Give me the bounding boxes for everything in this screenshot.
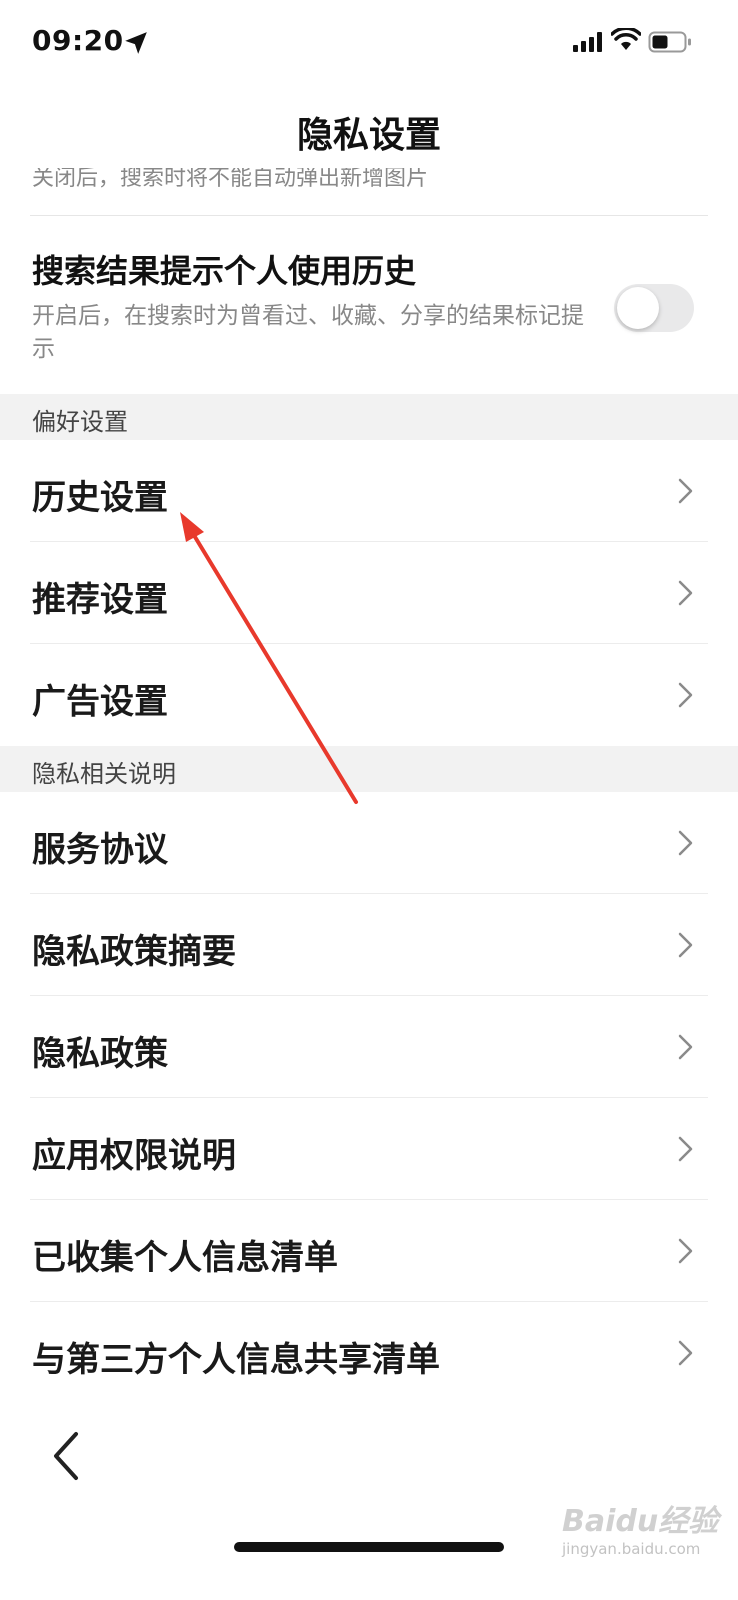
- menu-item-label: 推荐设置: [32, 580, 168, 620]
- setting-title: 搜索结果提示个人使用历史: [32, 252, 417, 290]
- chevron-right-icon: [678, 1136, 693, 1162]
- baidu-watermark: Baidu经验: [562, 1504, 719, 1539]
- chevron-right-icon: [678, 580, 693, 606]
- menu-item-privacy-policy-summary[interactable]: 隐私政策摘要: [0, 894, 738, 996]
- menu-item-label: 已收集个人信息清单: [32, 1238, 338, 1278]
- menu-item-ad-settings[interactable]: 广告设置: [0, 644, 738, 746]
- location-arrow-icon: [125, 32, 147, 54]
- signal-icon: [573, 32, 602, 52]
- menu-item-collected-info-list[interactable]: 已收集个人信息清单: [0, 1200, 738, 1302]
- search-history-hint-setting: 搜索结果提示个人使用历史 开启后，在搜索时为曾看过、收藏、分享的结果标记提示: [0, 216, 738, 394]
- menu-item-recommendation-settings[interactable]: 推荐设置: [0, 542, 738, 644]
- chevron-right-icon: [678, 932, 693, 958]
- menu-item-third-party-sharing-list[interactable]: 与第三方个人信息共享清单: [0, 1302, 738, 1400]
- chevron-right-icon: [678, 1238, 693, 1264]
- menu-item-label: 应用权限说明: [32, 1136, 236, 1176]
- home-indicator[interactable]: [234, 1542, 504, 1552]
- settings-list[interactable]: 关闭后，搜索时将不能自动弹出新增图片 搜索结果提示个人使用历史 开启后，在搜索时…: [0, 158, 738, 1400]
- setting-description: 开启后，在搜索时为曾看过、收藏、分享的结果标记提示: [32, 303, 584, 362]
- menu-item-label: 隐私政策摘要: [32, 932, 236, 972]
- status-bar: 09:20: [0, 0, 738, 90]
- chevron-right-icon: [678, 478, 693, 504]
- menu-item-label: 隐私政策: [32, 1034, 168, 1074]
- menu-item-service-agreement[interactable]: 服务协议: [0, 792, 738, 894]
- nav-bar: 隐私设置: [0, 90, 738, 168]
- menu-item-label: 广告设置: [32, 682, 168, 722]
- back-button[interactable]: [46, 1430, 86, 1482]
- menu-item-app-permissions[interactable]: 应用权限说明: [0, 1098, 738, 1200]
- menu-item-label: 服务协议: [32, 830, 168, 870]
- chevron-right-icon: [678, 682, 693, 708]
- section-label: 偏好设置: [32, 408, 128, 436]
- page-title: 隐私设置: [296, 115, 441, 156]
- menu-item-label: 与第三方个人信息共享清单: [32, 1340, 440, 1380]
- chevron-right-icon: [678, 830, 693, 856]
- status-time: 09:20: [32, 24, 124, 57]
- section-label: 隐私相关说明: [32, 760, 176, 788]
- battery-icon: [648, 31, 691, 53]
- section-header-preferences: 偏好设置: [0, 394, 738, 440]
- search-history-hint-toggle[interactable]: [614, 284, 694, 332]
- watermark-url: jingyan.baidu.com: [562, 1540, 701, 1558]
- menu-item-privacy-policy[interactable]: 隐私政策: [0, 996, 738, 1098]
- chevron-right-icon: [678, 1340, 693, 1366]
- menu-item-label: 历史设置: [32, 478, 168, 518]
- chevron-right-icon: [678, 1034, 693, 1060]
- toggle-knob: [617, 287, 659, 329]
- wifi-icon: [611, 28, 641, 50]
- menu-item-history-settings[interactable]: 历史设置: [0, 440, 738, 542]
- section-header-privacy-notes: 隐私相关说明: [0, 746, 738, 792]
